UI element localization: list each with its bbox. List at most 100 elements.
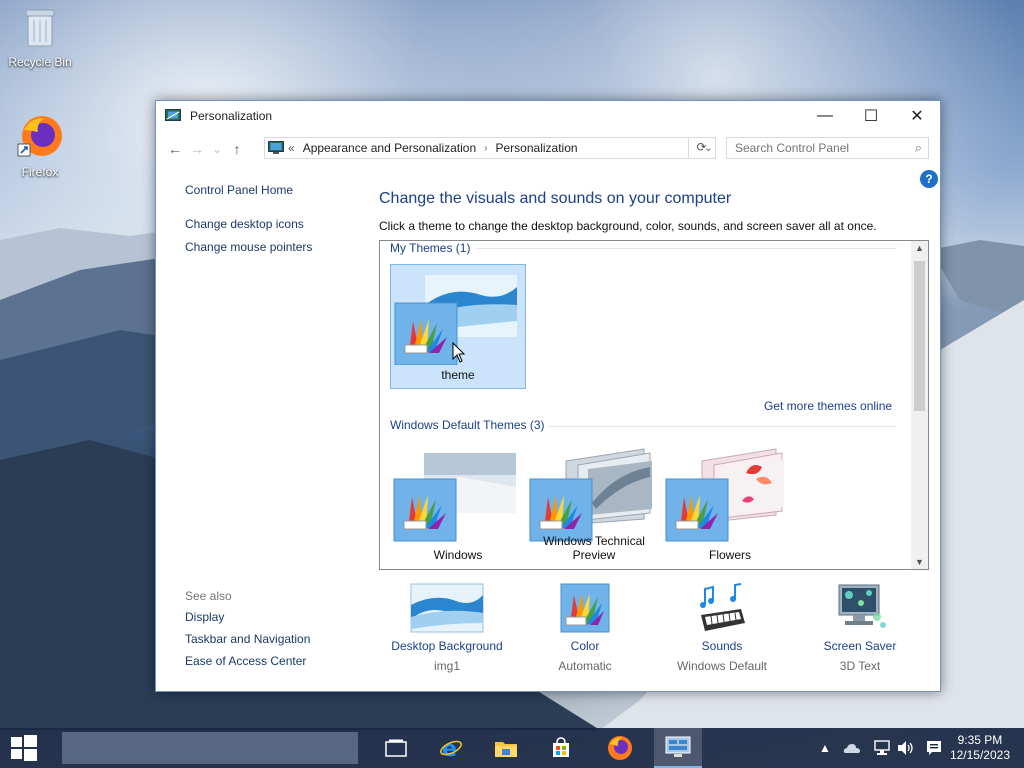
firefox-taskbar-button[interactable] — [596, 728, 644, 768]
theme-preview — [393, 453, 516, 542]
title-bar[interactable]: Personalization — ☐ ✕ — [156, 101, 940, 131]
task-view-button[interactable] — [372, 728, 420, 768]
svg-text:e: e — [442, 737, 457, 760]
control-panel-home-link[interactable]: Control Panel Home — [185, 183, 312, 197]
store-button[interactable] — [537, 728, 585, 768]
desktop-background-setting[interactable]: Desktop Background img1 — [377, 583, 517, 673]
mouse-cursor — [452, 342, 466, 363]
sounds-label[interactable]: Sounds — [652, 639, 792, 653]
screen-saver-value: 3D Text — [839, 659, 881, 673]
onedrive-button[interactable] — [842, 728, 862, 768]
theme-preview — [665, 448, 784, 542]
theme-name: Windows — [433, 548, 483, 562]
show-hidden-icon: ▲ — [819, 741, 831, 755]
action-center-icon — [927, 741, 941, 755]
screen-saver-label[interactable]: Screen Saver — [790, 639, 930, 653]
left-navigation: Control Panel Home Change desktop icons … — [185, 183, 312, 254]
theme-list[interactable]: My Themes (1) theme Get more themes onli… — [379, 240, 929, 570]
scroll-down-icon[interactable]: ▼ — [911, 557, 928, 567]
theme-name: theme — [441, 368, 475, 382]
breadcrumb-appearance[interactable]: Appearance and Personalization — [303, 141, 476, 155]
search-icon: ⌕ — [914, 140, 922, 155]
sounds-icon — [700, 583, 745, 631]
action-center-button[interactable] — [922, 728, 946, 768]
screen-saver-setting[interactable]: Screen Saver 3D Text — [790, 583, 930, 673]
recycle-bin-label: Recycle Bin — [8, 55, 72, 69]
control-panel-icon — [665, 736, 691, 757]
file-explorer-button[interactable] — [482, 728, 530, 768]
clock-time: 9:35 PM — [957, 733, 1003, 747]
taskbar-navigation-link[interactable]: Taskbar and Navigation — [185, 632, 310, 646]
theme-tile-flowers[interactable]: Flowers — [662, 443, 798, 568]
address-bar[interactable]: « Appearance and Personalization › Perso… — [264, 137, 716, 159]
address-overflow-chevron[interactable]: « — [288, 141, 295, 155]
show-hidden-icons-button[interactable]: ▲ — [816, 728, 834, 768]
scroll-up-icon[interactable]: ▲ — [911, 243, 928, 253]
desktop-background-label[interactable]: Desktop Background — [377, 639, 517, 653]
breadcrumb-personalization[interactable]: Personalization — [496, 141, 578, 155]
theme-name: Flowers — [708, 548, 751, 562]
recent-locations-button[interactable]: ⌄ — [208, 143, 226, 156]
sounds-setting[interactable]: Sounds Windows Default — [652, 583, 792, 673]
personalization-window: Personalization — ☐ ✕ ← → ⌄ ↑ « Appearan… — [155, 100, 941, 692]
ease-of-access-link[interactable]: Ease of Access Center — [185, 654, 310, 668]
help-button[interactable]: ? — [920, 170, 938, 188]
theme-tile-windows[interactable]: Windows — [390, 443, 526, 568]
desktop-background-icon — [410, 583, 484, 633]
clock-date: 12/15/2023 — [949, 748, 1010, 762]
theme-tile-technical-preview[interactable]: Windows Technical Preview — [526, 443, 662, 568]
theme-list-scrollbar[interactable]: ▲ ▼ — [911, 241, 928, 569]
change-desktop-icons-link[interactable]: Change desktop icons — [185, 217, 312, 231]
store-icon — [553, 737, 569, 757]
breadcrumb-separator[interactable]: › — [484, 143, 487, 154]
recycle-bin-icon — [25, 9, 55, 47]
group-divider — [476, 248, 896, 249]
start-button[interactable] — [0, 728, 48, 768]
control-panel-taskbar-button[interactable] — [654, 728, 702, 768]
taskbar-search-box[interactable] — [62, 732, 358, 764]
default-themes-header: Windows Default Themes (3) — [390, 418, 545, 432]
volume-icon — [898, 741, 913, 755]
network-button[interactable] — [872, 728, 892, 768]
scroll-thumb[interactable] — [914, 261, 925, 411]
theme-tile-my[interactable]: theme — [390, 264, 526, 389]
firefox-label: Firefox — [21, 165, 59, 179]
color-setting[interactable]: Color Automatic — [515, 583, 655, 673]
color-icon — [560, 583, 610, 633]
personalization-icon — [165, 109, 181, 121]
window-title: Personalization — [190, 109, 273, 123]
back-button[interactable]: ← — [164, 141, 186, 157]
change-mouse-pointers-link[interactable]: Change mouse pointers — [185, 240, 312, 254]
see-also-header: See also — [185, 589, 232, 603]
firefox-icon — [608, 736, 632, 760]
forward-button[interactable]: → — [186, 141, 208, 157]
network-icon — [874, 740, 890, 755]
close-button[interactable]: ✕ — [894, 101, 940, 131]
color-label[interactable]: Color — [515, 639, 655, 653]
page-description: Click a theme to change the desktop back… — [379, 219, 877, 233]
windows-logo-icon — [11, 735, 37, 761]
screen-saver-icon — [838, 584, 886, 628]
maximize-button[interactable]: ☐ — [848, 101, 894, 131]
minimize-button[interactable]: — — [802, 101, 848, 131]
recycle-bin[interactable]: Recycle Bin — [4, 6, 76, 69]
refresh-button[interactable]: ⟳ — [688, 137, 714, 159]
display-link[interactable]: Display — [185, 610, 310, 624]
taskbar: e ▲ 9:35 PM 12/15/2023 — [0, 728, 1024, 768]
my-themes-header: My Themes (1) — [390, 241, 471, 255]
color-value: Automatic — [558, 659, 612, 673]
get-more-themes-link[interactable]: Get more themes online — [764, 399, 892, 413]
theme-name: Windows Technical Preview — [543, 534, 645, 562]
firefox-shortcut[interactable]: Firefox — [4, 114, 76, 179]
sounds-value: Windows Default — [676, 659, 768, 673]
volume-button[interactable] — [896, 728, 916, 768]
internet-explorer-button[interactable]: e — [427, 728, 475, 768]
firefox-icon — [17, 116, 62, 157]
search-box[interactable]: ⌕ — [726, 137, 929, 159]
file-explorer-icon — [495, 742, 517, 757]
taskbar-clock[interactable]: 9:35 PM 12/15/2023 — [950, 733, 1010, 763]
up-button[interactable]: ↑ — [226, 141, 248, 157]
refresh-icon: ⟳ — [696, 140, 707, 154]
search-input[interactable] — [735, 141, 905, 155]
group-divider — [548, 426, 896, 427]
